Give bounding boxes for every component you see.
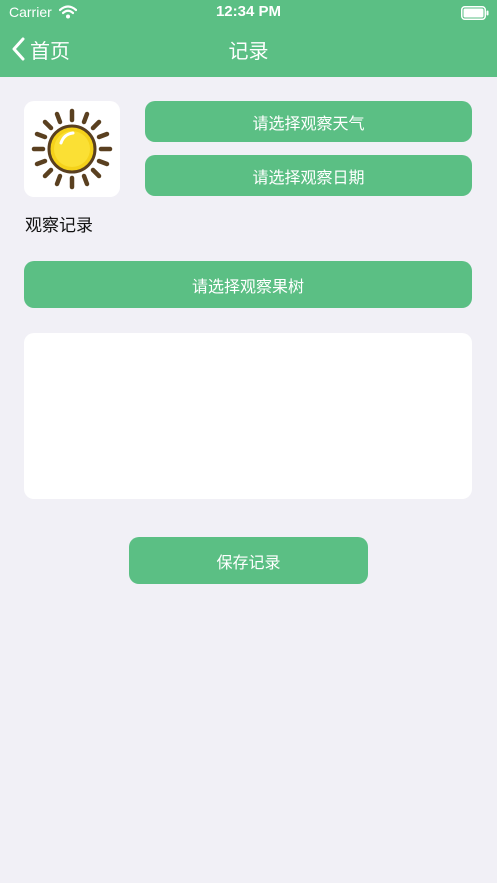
sun-icon [24,108,120,201]
select-date-button[interactable]: 请选择观察日期 [145,155,472,196]
observation-notes-input[interactable] [24,333,472,499]
observation-record-label: 观察记录 [25,216,93,236]
status-time: 12:34 PM [215,3,282,20]
save-record-button[interactable]: 保存记录 [129,537,368,584]
battery-icon [461,5,489,24]
select-fruit-tree-button[interactable]: 请选择观察果树 [24,261,472,308]
page-title: 记录 [228,39,269,63]
select-weather-button[interactable]: 请选择观察天气 [145,101,472,142]
status-bar: Carrier 12:34 PM [0,0,497,26]
header: Carrier 12:34 PM 首页 记录 [0,0,497,77]
weather-image[interactable] [24,101,120,197]
navigation-bar: 首页 记录 [0,26,497,77]
